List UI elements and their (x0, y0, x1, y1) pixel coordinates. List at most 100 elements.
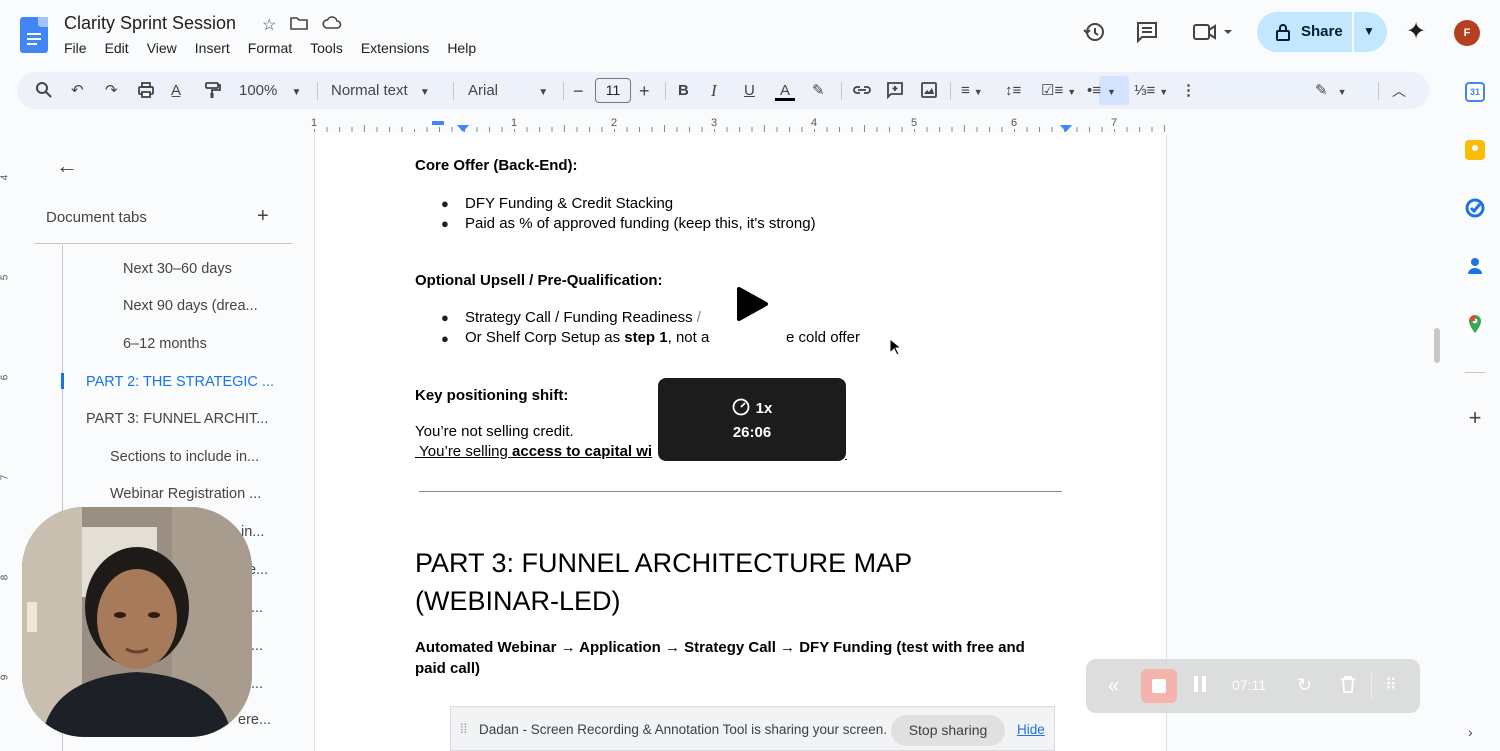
meet-video-icon[interactable] (1192, 20, 1232, 44)
paint-format-icon[interactable] (203, 81, 221, 101)
bulleted-list-icon[interactable]: •≡ ▼ (1087, 81, 1116, 101)
outline-item[interactable]: Next 30–60 days (123, 261, 232, 277)
menu-view[interactable]: View (147, 40, 183, 56)
add-tab-icon[interactable]: + (257, 205, 269, 228)
pause-icon[interactable] (1193, 675, 1207, 698)
webcam-bubble[interactable] (22, 507, 252, 737)
left-indent-marker[interactable] (457, 125, 469, 132)
part3-heading-line2: (WEBINAR-LED) (415, 586, 621, 616)
back-arrow-icon[interactable]: ← (56, 153, 78, 179)
insert-link-icon[interactable] (852, 81, 872, 101)
bullet-marker: ● (441, 331, 449, 346)
redo-icon[interactable]: ↷ (105, 81, 118, 101)
get-add-ons-icon[interactable]: + (1465, 407, 1485, 429)
collapse-menus-icon[interactable]: ︿ (1392, 81, 1406, 101)
menu-file[interactable]: File (64, 40, 93, 56)
decrease-font-size-icon[interactable]: − (573, 81, 584, 101)
outline-item[interactable]: 6–12 months (123, 336, 207, 352)
insert-image-icon[interactable] (920, 81, 938, 101)
restart-icon[interactable]: ↻ (1297, 675, 1312, 696)
vertical-ruler[interactable]: 4 5 6 7 8 9 (0, 135, 16, 751)
docs-logo-icon[interactable] (20, 17, 48, 53)
horizontal-ruler[interactable]: 1 1 2 3 4 5 6 7 (311, 115, 1167, 135)
comments-icon[interactable] (1135, 20, 1159, 44)
outline-item[interactable]: Webinar Registration ... (110, 486, 261, 502)
font-family-select[interactable]: Arial ▼ (468, 81, 553, 101)
outline-item[interactable]: ... (251, 676, 263, 692)
menu-extensions[interactable]: Extensions (361, 40, 435, 56)
expand-panel-icon[interactable]: › (1468, 724, 1473, 740)
font-size-input[interactable]: 11 (595, 78, 631, 103)
drag-handle-icon[interactable]: ⁞⁞ (460, 721, 467, 736)
vertical-scrollbar[interactable] (1434, 328, 1440, 363)
gemini-sparkle-icon[interactable]: ✦ (1404, 20, 1428, 44)
play-icon[interactable] (718, 281, 778, 327)
cloud-status-icon[interactable] (322, 15, 342, 36)
delete-icon[interactable] (1340, 675, 1356, 698)
numbered-list-icon[interactable]: ⅓≡ ▼ (1134, 81, 1168, 101)
presenter-webcam-image (22, 507, 252, 737)
playback-speed-overlay[interactable]: 1x 26:06 (658, 378, 846, 461)
increase-font-size-icon[interactable]: + (639, 81, 650, 101)
outline-item[interactable]: in... (241, 524, 264, 540)
maps-icon[interactable] (1465, 314, 1485, 334)
contacts-icon[interactable] (1465, 256, 1485, 276)
drag-handle-icon[interactable]: ⠿ (1385, 675, 1397, 695)
menu-tools[interactable]: Tools (310, 40, 349, 56)
line-spacing-icon[interactable]: ↕≡ (1005, 81, 1021, 101)
outline-item[interactable]: Sections to include in... (110, 449, 259, 465)
undo-icon[interactable]: ↶ (71, 81, 84, 101)
positioning-line-1: You’re not selling credit. (415, 423, 574, 440)
horizontal-rule (419, 491, 1062, 492)
underline-icon[interactable]: U (744, 81, 755, 101)
right-indent-marker[interactable] (1060, 125, 1072, 132)
add-comment-icon[interactable] (886, 81, 904, 101)
rewind-icon[interactable]: « (1108, 675, 1119, 698)
more-options-icon[interactable]: ⋮ (1181, 81, 1196, 101)
menu-help[interactable]: Help (447, 40, 482, 56)
align-left-icon[interactable]: ≡ ▼ (961, 81, 983, 101)
google-docs-window: Clarity Sprint Session ☆ File Edit View … (0, 0, 1500, 751)
ruler-number: 6 (1011, 117, 1018, 129)
first-line-indent-marker[interactable] (432, 121, 444, 125)
menu-bar: File Edit View Insert Format Tools Exten… (64, 40, 494, 56)
upsell-bullet-2: Or Shelf Corp Setup as step 1, not a (465, 329, 710, 346)
calendar-icon[interactable]: 31 (1465, 82, 1485, 102)
italic-icon[interactable]: I (711, 81, 717, 101)
share-dropdown-icon[interactable]: ▼ (1363, 24, 1375, 38)
version-history-icon[interactable] (1082, 20, 1106, 44)
ruler-number: 8 (0, 574, 11, 581)
hide-notice-link[interactable]: Hide (1017, 722, 1045, 737)
share-button[interactable]: Share ▼ (1257, 12, 1387, 52)
avatar[interactable]: F (1454, 20, 1480, 46)
part3-heading: PART 3: FUNNEL ARCHITECTURE MAP (415, 548, 913, 578)
paragraph-style-select[interactable]: Normal text ▼ (331, 81, 441, 101)
stop-sharing-button[interactable]: Stop sharing (891, 715, 1005, 746)
keep-notes-icon[interactable] (1465, 140, 1485, 160)
highlight-color-icon[interactable]: ✎ (812, 81, 825, 101)
bold-icon[interactable]: B (678, 81, 689, 101)
move-folder-icon[interactable] (290, 15, 309, 36)
star-icon[interactable]: ☆ (262, 15, 276, 36)
outline-item-active[interactable]: PART 2: THE STRATEGIC ... (86, 374, 274, 390)
spellcheck-icon[interactable]: A̲ (171, 81, 181, 101)
outline-item[interactable]: Next 90 days (drea... (123, 298, 258, 314)
core-bullet-2: Paid as % of approved funding (keep this… (465, 215, 816, 232)
stop-recording-button[interactable] (1141, 669, 1177, 703)
outline-item[interactable]: PART 3: FUNNEL ARCHIT... (86, 411, 268, 427)
document-title[interactable]: Clarity Sprint Session (64, 13, 236, 34)
outline-item[interactable]: ere... (238, 712, 271, 728)
outline-item[interactable]: ... (251, 638, 263, 654)
text-color-icon[interactable]: A (775, 81, 795, 101)
print-icon[interactable] (137, 81, 155, 101)
menu-format[interactable]: Format (248, 40, 298, 56)
search-menus-icon[interactable] (35, 81, 53, 101)
playback-speed: 1x (755, 400, 773, 417)
menu-insert[interactable]: Insert (195, 40, 236, 56)
outline-item[interactable]: ... (251, 600, 263, 616)
checklist-icon[interactable]: ☑≡ ▼ (1041, 81, 1076, 101)
menu-edit[interactable]: Edit (105, 40, 135, 56)
zoom-select[interactable]: 100% ▼ (239, 81, 309, 101)
tasks-icon[interactable] (1465, 198, 1485, 218)
editing-mode-icon[interactable]: ✎ ▼ (1315, 81, 1347, 101)
